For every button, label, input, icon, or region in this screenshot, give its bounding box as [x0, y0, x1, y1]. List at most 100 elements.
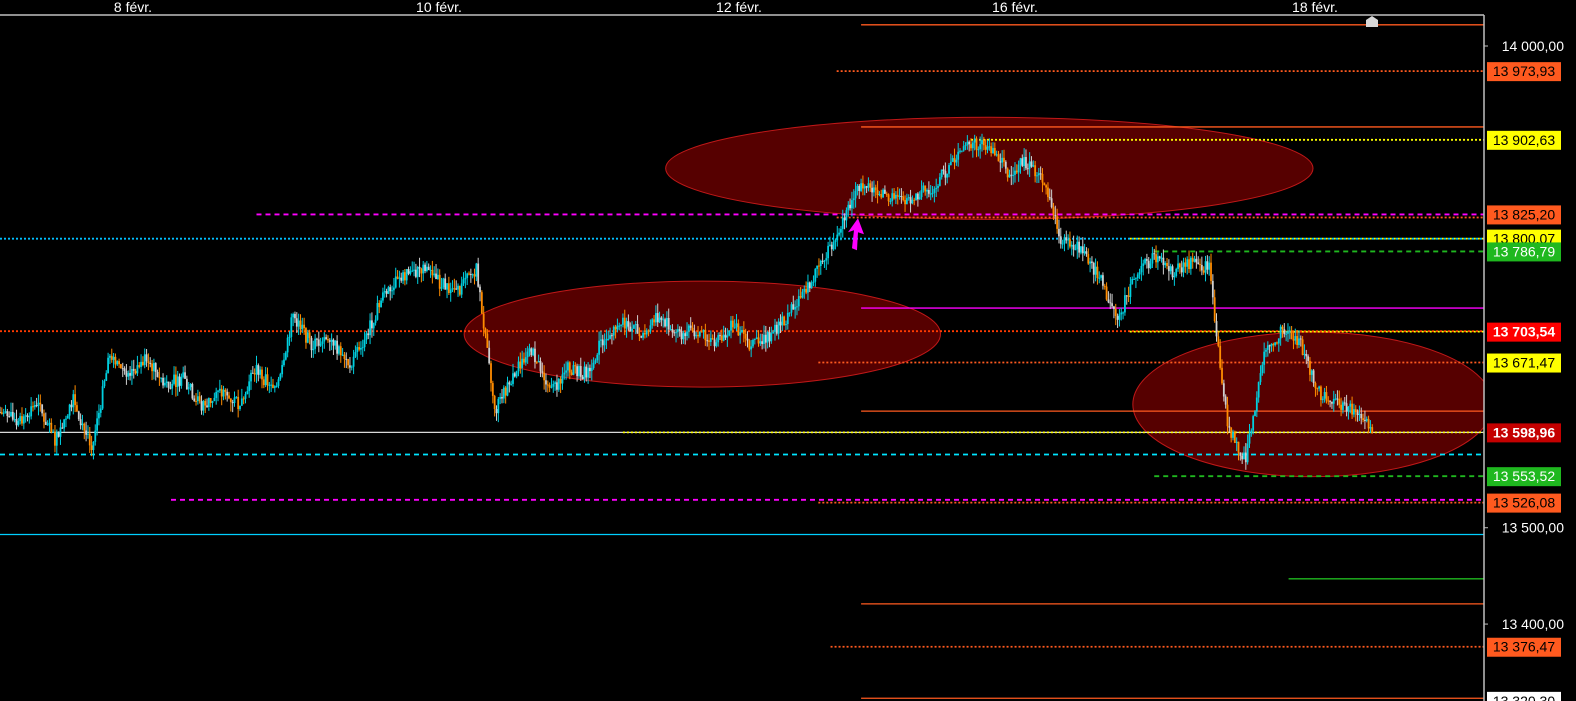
candle-body — [321, 341, 324, 344]
candle-body — [574, 365, 577, 367]
candle-body — [1065, 237, 1068, 241]
candle-body — [215, 391, 218, 398]
candle-body — [1195, 258, 1198, 263]
candle-body — [774, 324, 776, 332]
candle-body — [1301, 339, 1304, 355]
candle-body — [226, 391, 229, 396]
candle-body — [1138, 272, 1141, 275]
candle-body — [1184, 262, 1187, 267]
candle-body — [235, 396, 238, 398]
candle-body — [1211, 280, 1214, 298]
candle-body — [946, 173, 949, 178]
candle-body — [541, 371, 544, 373]
candle-body — [52, 431, 55, 433]
candle-body — [583, 366, 586, 380]
candle-body — [546, 384, 549, 386]
zone-ellipse — [1132, 331, 1494, 478]
candle-body — [218, 388, 221, 391]
candle-body — [259, 369, 262, 375]
candle-body — [469, 273, 472, 275]
candle-body — [1257, 382, 1260, 398]
candle-body — [363, 339, 366, 348]
candle-body — [764, 334, 767, 343]
candle-body — [1175, 268, 1178, 276]
candle-body — [127, 373, 130, 377]
candle-body — [1135, 278, 1137, 280]
candle-body — [290, 317, 293, 337]
candle-body — [1080, 246, 1082, 253]
candle-body — [1189, 257, 1192, 270]
candle-body — [618, 325, 621, 327]
candle-body — [572, 365, 575, 375]
candle-body — [554, 382, 557, 384]
candle-body — [993, 148, 996, 156]
candle-body — [1155, 254, 1157, 263]
candle-body — [361, 347, 364, 349]
candle-body — [557, 378, 560, 390]
candle-body — [871, 187, 873, 193]
candle-body — [587, 367, 590, 378]
candle-body — [1367, 418, 1370, 429]
candle-body — [695, 334, 698, 337]
candle-body — [1349, 403, 1352, 407]
candle-body — [1281, 326, 1284, 330]
candle-body — [678, 329, 681, 331]
candle-body — [464, 277, 467, 280]
candle-body — [1067, 239, 1070, 241]
candle-body — [50, 422, 53, 433]
candle-body — [825, 258, 828, 261]
candle-body — [319, 343, 322, 346]
candle-body — [1061, 243, 1064, 245]
candle-body — [830, 244, 833, 250]
price-chart[interactable]: 8 févr. 10 févr. 12 févr. 16 févr. 18 févr. … — [0, 0, 1576, 701]
candle-body — [1103, 285, 1106, 287]
candle-body — [979, 144, 982, 150]
candle-body — [1153, 253, 1156, 255]
candle-body — [807, 282, 809, 293]
candle-body — [523, 358, 525, 363]
candle-body — [1017, 164, 1020, 173]
candle-body — [350, 366, 353, 368]
candle-body — [565, 370, 568, 373]
candle-body — [301, 324, 304, 330]
candle-body — [352, 356, 355, 367]
candle-body — [1219, 345, 1222, 368]
candle-body — [1186, 259, 1189, 267]
candle-body — [867, 183, 870, 188]
candle-body — [156, 371, 159, 377]
candle-body — [649, 325, 652, 332]
candle-body — [1239, 452, 1242, 456]
candle-body — [495, 409, 498, 414]
candle-body — [1268, 345, 1271, 347]
candle-body — [962, 146, 965, 151]
candle-body — [1294, 336, 1297, 341]
candle-body — [497, 398, 500, 414]
candle-body — [1078, 241, 1081, 253]
candle-body — [1243, 452, 1245, 460]
candle-body — [17, 421, 20, 426]
candle-body — [852, 198, 855, 201]
candle-body — [257, 365, 260, 375]
candle-body — [894, 194, 897, 199]
candle-body — [1244, 452, 1247, 463]
candle-body — [1323, 392, 1326, 399]
candle-body — [818, 265, 820, 267]
candle-body — [612, 326, 615, 336]
candle-body — [1127, 295, 1130, 297]
x-tick-label: 12 févr. — [716, 0, 762, 15]
candle-body — [358, 347, 360, 350]
candle-body — [1321, 398, 1324, 400]
candle-body — [169, 387, 172, 389]
candle-body — [1272, 343, 1275, 346]
candle-body — [77, 411, 80, 420]
candle-body — [893, 193, 895, 199]
candle-body — [810, 282, 813, 289]
candle-body — [933, 188, 936, 193]
candle-body — [578, 366, 580, 377]
candle-body — [1074, 249, 1077, 251]
candle-body — [185, 378, 188, 390]
zone-ellipse — [665, 116, 1314, 220]
candle-body — [328, 340, 331, 342]
candle-body — [405, 269, 408, 281]
candle-body — [627, 321, 630, 327]
